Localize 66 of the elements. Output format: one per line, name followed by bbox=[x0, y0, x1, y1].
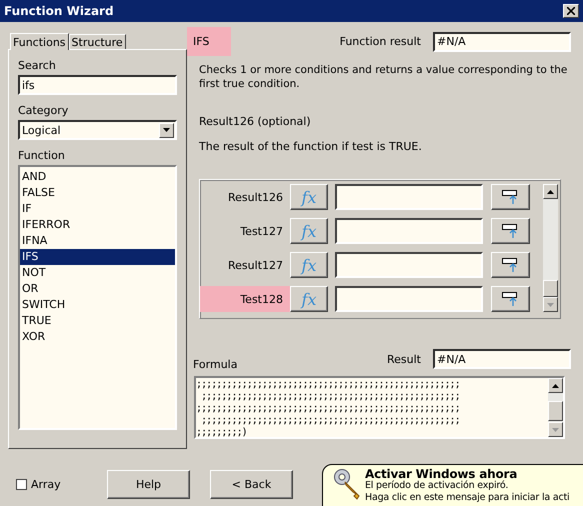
argument-field[interactable] bbox=[335, 184, 483, 210]
shrink-icon bbox=[502, 292, 519, 306]
function-name: IFS bbox=[187, 27, 231, 56]
function-item[interactable]: TRUE bbox=[20, 313, 175, 329]
category-label: Category bbox=[18, 104, 70, 117]
result-label: Result bbox=[387, 352, 421, 366]
shrink-button[interactable] bbox=[491, 218, 530, 244]
dropdown-arrow-icon bbox=[163, 128, 170, 132]
back-button[interactable]: < Back bbox=[210, 470, 293, 498]
argument-label: Result126 bbox=[227, 190, 284, 206]
close-button[interactable] bbox=[563, 4, 579, 18]
notification-popup[interactable]: Activar Windows ahora El período de activación expiró. Haga clic en este mensaje para iniciar la acti bbox=[322, 464, 583, 506]
formula-label: Formula bbox=[193, 358, 238, 370]
formula-text: ;;;;;;;;;;;;;;;;;;;;;;;;;;;;;;;;;;;;;;;;;;;;;;;;;;;; ;;;;;;;;;;;;;;;;;;;;;;;;;;;;;;;;;;;;;;;;;;;;;;;;;;; ;;;;;;;;;;;;;;;;;;;;;;;;;;;;;;;;;;;;;;;;;;;;;;;;;;;; ;;;;;;;;;;;;;;;;;;;;;;;;;;;;;;;;;;;;;;;;;;;;;;;;;;; ;;;;;;;;;) bbox=[196, 378, 461, 437]
function-list[interactable]: AND FALSE IF IFERROR IFNA IFS NOT OR SWITCH TRUE XOR bbox=[18, 165, 177, 430]
shrink-icon bbox=[502, 258, 519, 272]
argument-description: The result of the function if test is TRUE. bbox=[199, 140, 423, 153]
function-item[interactable]: AND bbox=[20, 169, 175, 185]
function-item[interactable]: IF bbox=[20, 201, 175, 217]
shrink-icon bbox=[502, 224, 519, 238]
argument-label: Test127 bbox=[239, 224, 284, 240]
key-icon bbox=[333, 468, 361, 500]
argument-label: Result127 bbox=[227, 258, 284, 274]
argument-field[interactable] bbox=[335, 218, 483, 244]
shrink-button[interactable] bbox=[491, 252, 530, 278]
scroll-up-icon[interactable] bbox=[552, 384, 559, 388]
argument-field[interactable] bbox=[335, 286, 483, 312]
scrollbar[interactable] bbox=[548, 378, 563, 437]
function-item[interactable]: FALSE bbox=[20, 185, 175, 201]
argument-title: Result126 (optional) bbox=[199, 115, 312, 128]
function-item[interactable]: IFERROR bbox=[20, 217, 175, 233]
argument-label: Test128 bbox=[200, 286, 290, 312]
function-item[interactable]: XOR bbox=[20, 329, 175, 345]
close-icon bbox=[567, 7, 575, 15]
category-value: Logical bbox=[22, 124, 61, 136]
function-item[interactable]: IFS bbox=[20, 249, 175, 265]
shrink-icon bbox=[502, 190, 519, 204]
formula-editor[interactable] bbox=[194, 376, 565, 439]
scroll-thumb[interactable] bbox=[543, 280, 558, 297]
result-field[interactable]: #N/A bbox=[433, 349, 571, 369]
notification-title: Activar Windows ahora bbox=[365, 468, 518, 480]
search-label: Search bbox=[18, 59, 57, 72]
function-item[interactable]: OR bbox=[20, 281, 175, 297]
tab[interactable]: Structure bbox=[68, 34, 126, 49]
notification-text: El período de activación expiró. bbox=[365, 480, 510, 492]
category-dropdown[interactable]: Logical bbox=[18, 120, 177, 140]
function-result-field[interactable]: #N/A bbox=[433, 32, 571, 52]
scroll-up-icon[interactable] bbox=[547, 190, 554, 194]
window-title: Function Wizard bbox=[4, 4, 114, 18]
function-item[interactable]: SWITCH bbox=[20, 297, 175, 313]
function-description: Checks 1 or more conditions and returns a value corresponding to the first true condition. bbox=[199, 63, 568, 91]
array-checkbox[interactable] bbox=[16, 478, 27, 490]
function-item[interactable]: NOT bbox=[20, 265, 175, 281]
function-item[interactable]: IFNA bbox=[20, 233, 175, 249]
tab[interactable]: Functions bbox=[10, 33, 69, 50]
function-label: Function bbox=[18, 149, 66, 162]
argument-field[interactable] bbox=[335, 252, 483, 278]
scrollbar[interactable] bbox=[543, 184, 558, 312]
help-button[interactable]: Help bbox=[107, 470, 190, 498]
function-result-label: Function result bbox=[340, 35, 421, 48]
shrink-button[interactable] bbox=[491, 286, 530, 312]
shrink-button[interactable] bbox=[491, 184, 530, 210]
notification-text: Haga clic en este mensaje para iniciar la acti bbox=[365, 492, 570, 504]
search-field[interactable]: ifs bbox=[18, 75, 177, 95]
scroll-thumb[interactable] bbox=[548, 401, 563, 421]
array-label: Array bbox=[31, 478, 61, 490]
